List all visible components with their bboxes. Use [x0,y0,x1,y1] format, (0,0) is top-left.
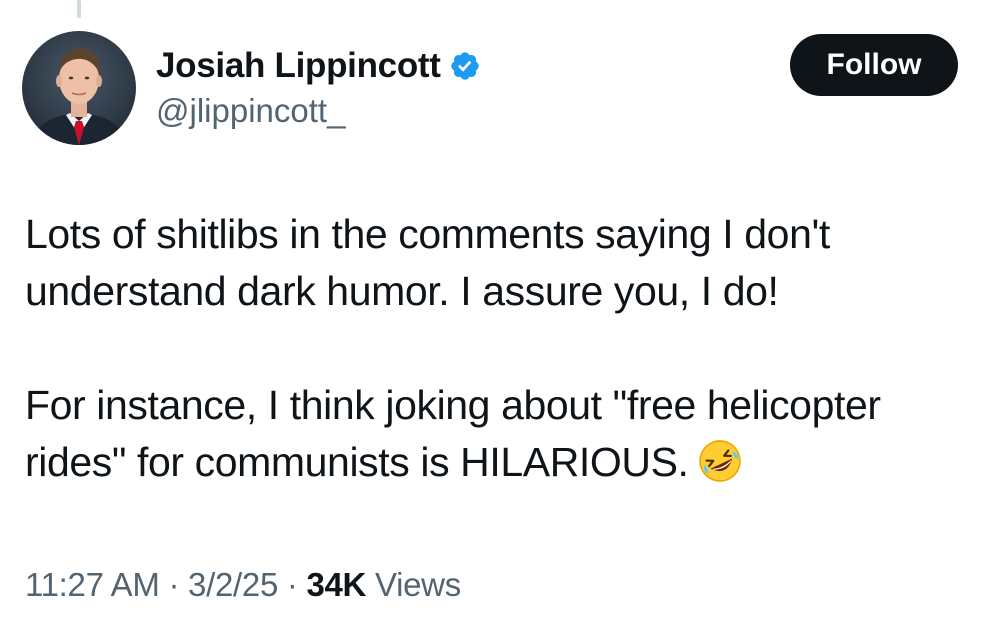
tweet-text: Lots of shitlibs in the comments saying … [25,206,985,491]
tweet-line: Lots of shitlibs in the comments saying … [25,211,830,257]
tweet-meta: 11:27 AM · 3/2/25 · 34K Views [25,566,461,604]
meta-separator: · [168,566,180,603]
views-label: Views [374,566,461,603]
profile-photo-icon [30,48,128,145]
views-count: 34K [306,566,367,603]
author-display-name[interactable]: Josiah Lippincott [156,46,441,86]
follow-button[interactable]: Follow [790,34,958,96]
tweet-line: rides" for communists is HILARIOUS. [25,439,689,485]
tweet-time[interactable]: 11:27 AM [25,566,160,603]
rolling-on-floor-laughing-emoji-icon [697,438,743,484]
avatar[interactable] [22,31,136,145]
author-handle[interactable]: @jlippincott_ [156,92,345,130]
tweet-date[interactable]: 3/2/25 [188,566,278,603]
meta-separator: · [286,566,298,603]
verified-badge-icon[interactable] [449,50,481,82]
tweet-line: For instance, I think joking about "free… [25,382,881,428]
tweet-line-with-emoji: rides" for communists is HILARIOUS. [25,434,985,491]
thread-connector-line [77,0,81,18]
author-name-row: Josiah Lippincott [156,44,481,88]
tweet-line: understand dark humor. I assure you, I d… [25,268,779,314]
